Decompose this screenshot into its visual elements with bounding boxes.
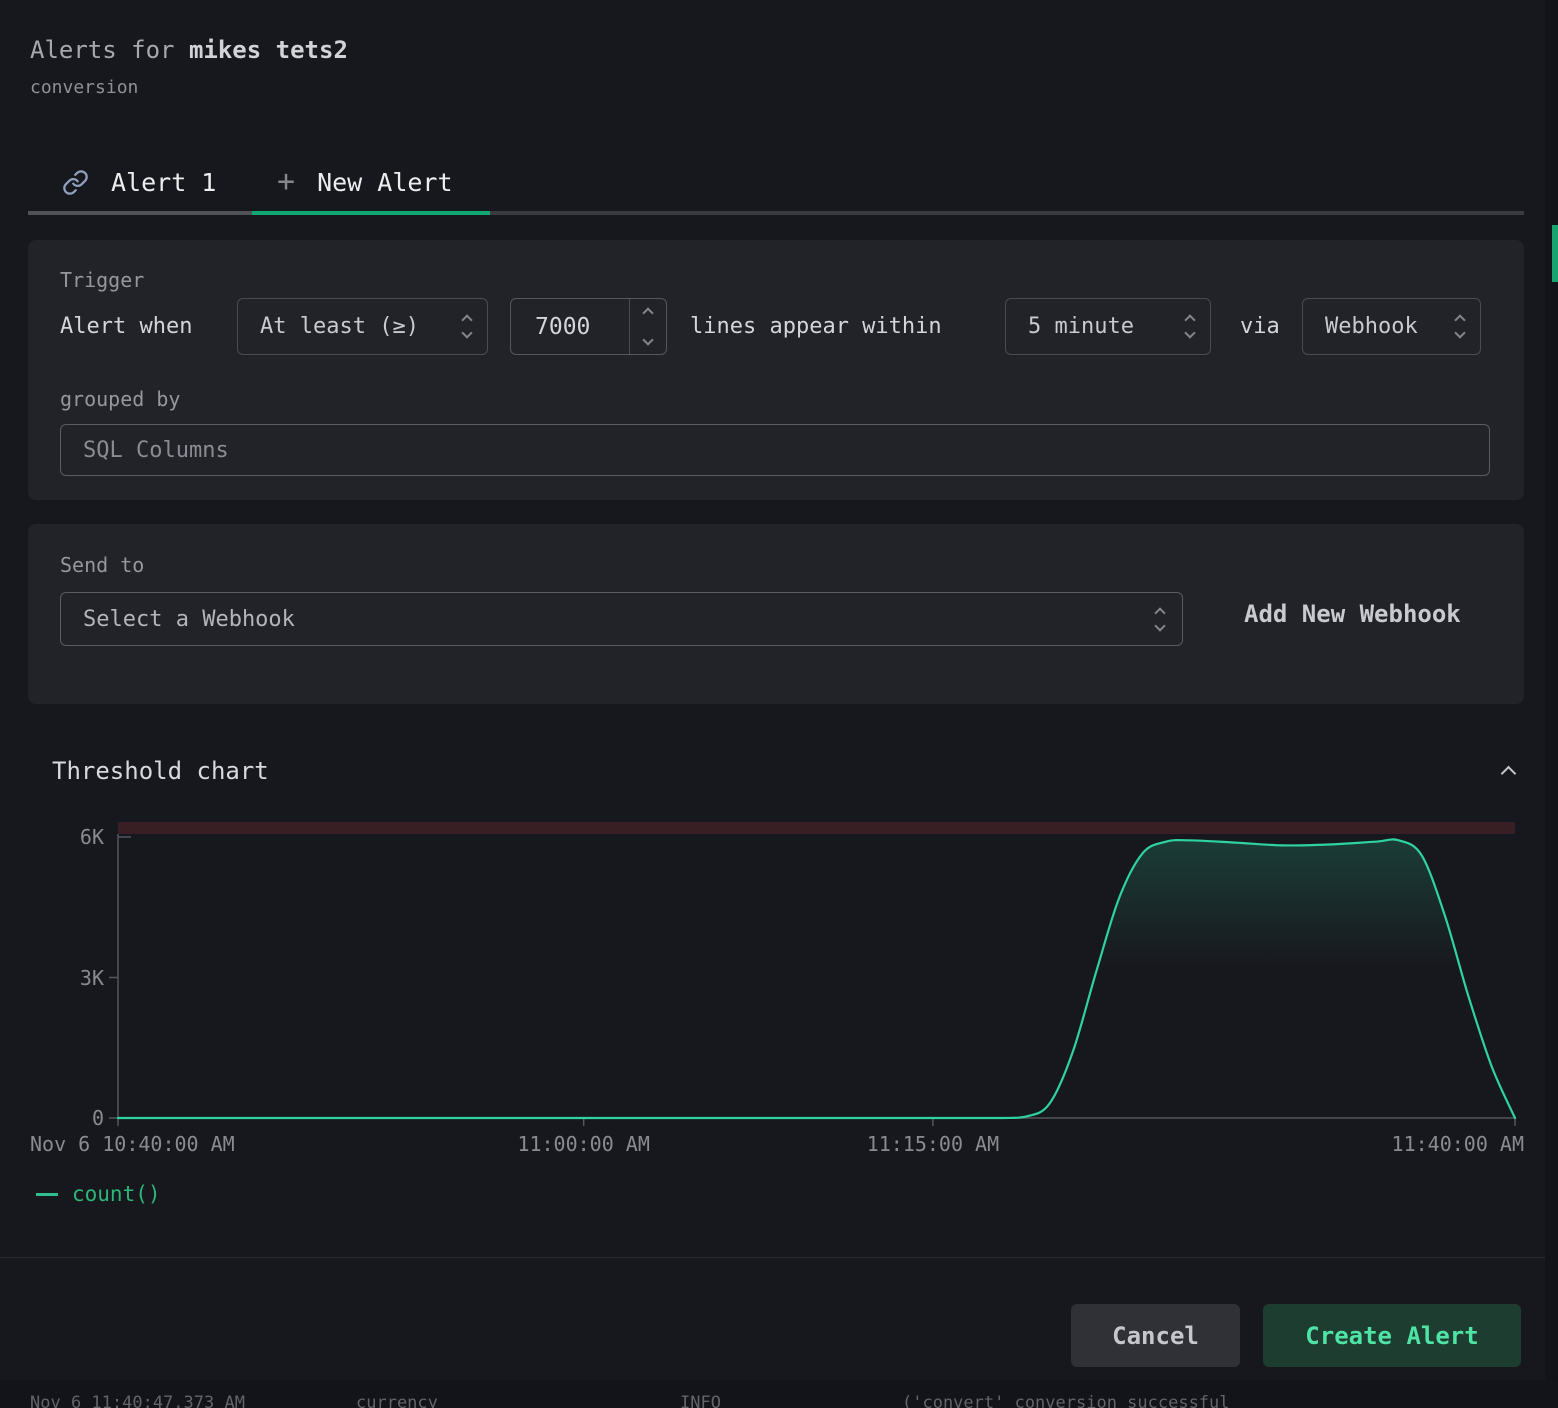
background-log-row: Nov 6 11:40:47.373 AM currency INFO ('co… [0,1380,1558,1408]
chevron-up-icon [1501,766,1517,782]
collapse-chart-button[interactable] [1496,760,1526,786]
svg-text:0: 0 [92,1106,104,1130]
send-to-panel: Send to Select a Webhook Add New Webhook [28,524,1524,704]
channel-select-value: Webhook [1325,314,1418,339]
page-title-source: mikes tets2 [189,36,348,64]
grouped-by-label: grouped by [60,387,180,411]
threshold-chart: 0 3K 6K Nov 6 10:40:00 AM 11:00:00 AM 11:15:0… [0,806,1545,1170]
trigger-panel: Trigger Alert when At least (≥) lines ap… [28,240,1524,500]
footer-divider [0,1257,1545,1258]
page-title-prefix: Alerts for [30,36,189,64]
tab-alert-1-label: Alert 1 [111,168,216,197]
create-alert-button[interactable]: Create Alert [1263,1304,1521,1367]
condition-select-value: At least (≥) [260,314,419,339]
alert-tabs: Alert 1 + New Alert [0,152,1545,216]
chevron-updown-icon [1186,316,1194,337]
legend-series-label: count() [72,1182,161,1206]
threshold-input[interactable] [511,299,629,354]
tab-new-alert[interactable]: + New Alert [277,160,453,204]
svg-text:3K: 3K [80,966,104,990]
webhook-select[interactable]: Select a Webhook [60,592,1183,646]
log-row-service: currency [356,1393,438,1408]
time-window-select-value: 5 minute [1028,314,1134,339]
webhook-select-placeholder: Select a Webhook [83,607,295,632]
condition-select[interactable]: At least (≥) [237,298,488,355]
via-text: via [1240,314,1280,339]
legend-line-swatch [36,1193,58,1196]
send-to-label: Send to [60,553,144,577]
background-page-edge [1545,0,1558,1408]
log-row-level: INFO [680,1393,721,1408]
threshold-input-group [510,298,667,355]
alert-modal: Alerts for mikes tets2 conversion Alert … [0,0,1545,1380]
log-row-timestamp: Nov 6 11:40:47.373 AM [30,1393,245,1408]
link-icon [62,169,89,196]
chevron-updown-icon [463,316,471,337]
spinner-up-button[interactable] [630,299,666,327]
cancel-button[interactable]: Cancel [1071,1304,1240,1367]
spinner-down-button[interactable] [630,327,666,355]
trigger-label: Trigger [60,268,144,292]
svg-text:11:00:00 AM: 11:00:00 AM [517,1132,649,1156]
lines-appear-text: lines appear within [690,314,942,339]
chevron-updown-icon [1456,316,1464,337]
tab-new-alert-label: New Alert [317,168,452,197]
svg-text:Nov 6 10:40:00 AM: Nov 6 10:40:00 AM [30,1132,235,1156]
alert-when-text: Alert when [60,314,192,339]
log-row-message: ('convert' conversion successful [902,1393,1230,1408]
chart-legend: count() [36,1182,161,1206]
page-title: Alerts for mikes tets2 [30,36,348,64]
group-by-input[interactable] [60,424,1490,476]
svg-text:11:15:00 AM: 11:15:00 AM [867,1132,999,1156]
tab-alert-1-underline [28,211,252,215]
channel-select[interactable]: Webhook [1302,298,1481,355]
time-window-select[interactable]: 5 minute [1005,298,1211,355]
svg-text:11:40:00 AM: 11:40:00 AM [1392,1132,1524,1156]
tab-new-alert-underline-active [252,211,490,215]
threshold-chart-svg: 0 3K 6K Nov 6 10:40:00 AM 11:00:00 AM 11:15:0… [0,806,1545,1170]
svg-text:6K: 6K [80,825,104,849]
page-subtitle: conversion [30,77,138,98]
add-new-webhook-button[interactable]: Add New Webhook [1244,600,1461,628]
threshold-chart-title: Threshold chart [52,757,269,785]
threshold-spinner [629,299,666,354]
background-green-button-edge [1552,225,1558,282]
tab-alert-1[interactable]: Alert 1 [62,160,216,204]
chevron-updown-icon [1156,609,1164,630]
plus-icon: + [277,167,295,197]
